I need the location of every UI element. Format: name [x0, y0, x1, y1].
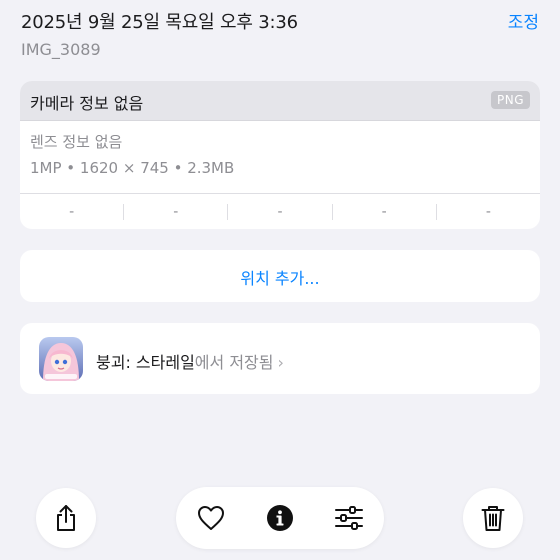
camera-info-title: 카메라 정보 없음 — [30, 94, 144, 113]
exif-row: - - - - - — [20, 193, 540, 229]
add-location-label: 위치 추가... — [240, 269, 320, 288]
chevron-right-icon: › — [277, 353, 284, 372]
lens-info: 렌즈 정보 없음 — [30, 133, 123, 151]
heart-icon — [197, 506, 224, 530]
saved-suffix: 에서 저장됨 — [194, 353, 274, 372]
image-specs: 1MP • 1620 × 745 • 2.3MB — [30, 159, 235, 177]
trash-icon — [481, 506, 505, 531]
exif-aperture: - — [331, 204, 436, 220]
exif-shutter: - — [435, 204, 540, 220]
filename: IMG_3089 — [21, 40, 101, 59]
camera-info-header: 카메라 정보 없음 PNG — [20, 81, 540, 121]
edit-button[interactable] — [327, 496, 371, 540]
favorite-button[interactable] — [189, 496, 233, 540]
saved-from-label: 붕괴: 스타레일에서 저장됨 › — [96, 349, 284, 373]
delete-button[interactable] — [463, 488, 523, 548]
info-button[interactable] — [258, 496, 302, 540]
app-name: 붕괴: 스타레일 — [96, 353, 195, 372]
date-time-title: 2025년 9월 25일 목요일 오후 3:36 — [21, 12, 298, 33]
adjust-sliders-icon — [335, 506, 364, 530]
action-pill — [176, 487, 384, 549]
exif-exposure: - — [227, 204, 331, 220]
format-badge: PNG — [490, 91, 530, 109]
camera-info-card: 카메라 정보 없음 PNG 렌즈 정보 없음 1MP • 1620 × 745 … — [20, 81, 540, 229]
adjust-button[interactable]: 조정 — [508, 8, 539, 33]
app-icon — [39, 337, 83, 381]
info-icon — [266, 505, 293, 531]
exif-focal-length: - — [123, 204, 227, 220]
exif-iso: - — [69, 204, 75, 220]
share-icon — [57, 505, 75, 531]
saved-from-app-row[interactable]: 붕괴: 스타레일에서 저장됨 › — [20, 323, 540, 394]
add-location-button[interactable]: 위치 추가... — [20, 250, 540, 302]
share-button[interactable] — [36, 488, 96, 548]
